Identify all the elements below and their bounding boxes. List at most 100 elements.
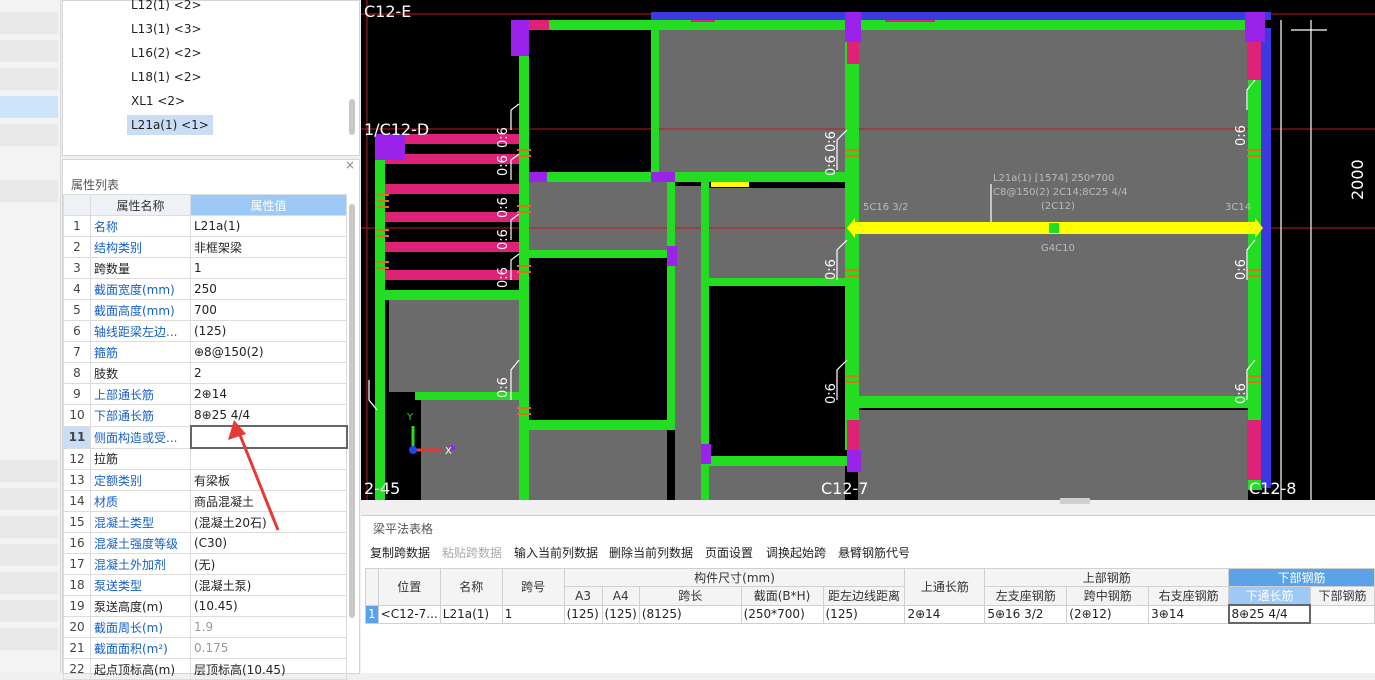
strip-item[interactable] bbox=[0, 124, 58, 146]
property-row[interactable]: 21 截面面积(m²) 0.175 bbox=[63, 637, 347, 659]
props-scrollbar[interactable] bbox=[349, 204, 355, 618]
close-icon[interactable]: × bbox=[345, 158, 355, 172]
tree-item[interactable]: L13(1) <3> bbox=[127, 19, 206, 39]
cad-drawing-canvas[interactable]: C12-E 1/C12-D 2-45 C12-7 C12-8 2000 L21a… bbox=[361, 0, 1375, 500]
beam-table: 位置 名称 跨号 构件尺寸(mm) 上通长筋 上部钢筋 下部钢筋 A3 A4 跨… bbox=[365, 568, 1375, 624]
right-support-annotation: 3C14 bbox=[1225, 202, 1251, 213]
property-value[interactable]: (混凝土泵) bbox=[190, 574, 347, 596]
strip-item[interactable] bbox=[0, 460, 58, 482]
cantilever-code-button[interactable]: 悬臂钢筋代号 bbox=[838, 544, 910, 561]
cell-section[interactable]: (250*700) bbox=[740, 604, 824, 624]
tree-item[interactable]: L12(1) <2> bbox=[127, 0, 206, 15]
property-row[interactable]: 22 起点顶标高(m) 层顶标高(10.45) bbox=[63, 658, 347, 680]
property-value[interactable]: 层顶标高(10.45) bbox=[190, 658, 347, 680]
property-row[interactable]: 17 混凝土外加剂 (无) bbox=[63, 553, 347, 575]
row-number: 12 bbox=[63, 447, 91, 470]
property-row[interactable]: 6 轴线距梁左边... (125) bbox=[63, 320, 347, 342]
property-value[interactable]: 2⊕14 bbox=[190, 383, 347, 405]
property-row[interactable]: 4 截面宽度(mm) 250 bbox=[63, 278, 347, 300]
header-a4: A4 bbox=[601, 586, 640, 606]
strip-item[interactable] bbox=[0, 12, 58, 34]
property-value[interactable]: 1.9 bbox=[190, 616, 347, 638]
cell-bottom-through[interactable]: 8⊕25 4/4 bbox=[1227, 604, 1312, 624]
property-value[interactable]: 0.175 bbox=[190, 637, 347, 659]
property-row[interactable]: 20 截面周长(m) 1.9 bbox=[63, 616, 347, 638]
cell-name[interactable]: L21a(1) bbox=[439, 604, 503, 624]
strip-item[interactable] bbox=[0, 572, 58, 594]
row-number: 11 bbox=[63, 425, 91, 449]
property-row[interactable]: 13 定额类别 有梁板 bbox=[63, 469, 347, 491]
property-row[interactable]: 16 混凝土强度等级 (C30) bbox=[63, 532, 347, 554]
property-row[interactable]: 10 下部通长筋 8⊕25 4/4 bbox=[63, 404, 347, 427]
tree-scrollbar[interactable] bbox=[349, 99, 355, 135]
property-name: 箍筋 bbox=[90, 341, 191, 363]
tree-item-selected[interactable]: L21a(1) <1> bbox=[127, 115, 213, 135]
property-row[interactable]: 7 箍筋 ⊕8@150(2) bbox=[63, 341, 347, 363]
row-number: 1 bbox=[63, 215, 91, 237]
strip-item[interactable] bbox=[0, 628, 58, 650]
property-row[interactable]: 3 跨数量 1 bbox=[63, 257, 347, 279]
property-row[interactable]: 1 名称 L21a(1) bbox=[63, 215, 347, 237]
property-row[interactable]: 11 侧面构造或受... bbox=[63, 425, 348, 449]
table-row[interactable]: 1 <C12-7... L21a(1) 1 (125) (125) (8125)… bbox=[365, 604, 1375, 624]
delete-column-button[interactable]: 删除当前列数据 bbox=[609, 544, 693, 561]
strip-item[interactable] bbox=[0, 180, 58, 202]
input-column-button[interactable]: 输入当前列数据 bbox=[514, 544, 598, 561]
property-row[interactable]: 2 结构类别 非框架梁 bbox=[63, 236, 347, 258]
red-annotation-arrow bbox=[228, 420, 280, 531]
cell-offset[interactable]: (125) bbox=[822, 604, 906, 624]
property-value[interactable]: 非框架梁 bbox=[190, 236, 347, 258]
yellow-beam-small bbox=[711, 182, 749, 187]
strip-item[interactable] bbox=[0, 40, 58, 62]
property-row[interactable]: 12 拉筋 bbox=[63, 447, 347, 470]
property-row[interactable]: 14 材质 商品混凝土 bbox=[63, 490, 347, 512]
property-name: 定额类别 bbox=[90, 469, 191, 491]
tree-item[interactable]: L18(1) <2> bbox=[127, 67, 206, 87]
paste-span-button[interactable]: 粘贴跨数据 bbox=[442, 544, 502, 561]
page-setup-button[interactable]: 页面设置 bbox=[705, 544, 753, 561]
stirrup-tag: 0:6 bbox=[1234, 383, 1249, 404]
strip-item[interactable] bbox=[0, 600, 58, 622]
cell-right-support[interactable]: 3⊕14 bbox=[1148, 604, 1230, 624]
strip-item[interactable] bbox=[0, 488, 58, 510]
cell-position[interactable]: <C12-7... bbox=[377, 604, 441, 624]
cell-mid-span[interactable]: (2⊕12) bbox=[1066, 604, 1150, 624]
tree-item[interactable]: L16(2) <2> bbox=[127, 43, 206, 63]
cell-left-support[interactable]: 5⊕16 3/2 bbox=[984, 604, 1068, 624]
grid-label-2-45: 2-45 bbox=[364, 479, 400, 498]
property-row[interactable]: 19 泵送高度(m) (10.45) bbox=[63, 595, 347, 617]
stirrup-tag: 0:6 bbox=[496, 229, 511, 250]
cell-span[interactable]: 1 bbox=[501, 604, 565, 624]
cell-a4[interactable]: (125) bbox=[601, 604, 640, 624]
property-name: 起点顶标高(m) bbox=[90, 658, 191, 680]
strip-item[interactable] bbox=[0, 544, 58, 566]
property-value[interactable]: 1 bbox=[190, 257, 347, 279]
property-value[interactable]: 700 bbox=[190, 299, 347, 321]
row-index[interactable]: 1 bbox=[365, 604, 379, 624]
property-row[interactable]: 9 上部通长筋 2⊕14 bbox=[63, 383, 347, 405]
splitter-handle[interactable] bbox=[1060, 498, 1090, 504]
cell-bottom-rebar[interactable] bbox=[1309, 604, 1375, 624]
cell-a3[interactable]: (125) bbox=[563, 604, 603, 624]
property-value[interactable]: L21a(1) bbox=[190, 215, 347, 237]
swap-start-span-button[interactable]: 调换起始跨 bbox=[766, 544, 826, 561]
tree-item[interactable]: XL1 <2> bbox=[127, 91, 189, 111]
copy-span-button[interactable]: 复制跨数据 bbox=[370, 544, 430, 561]
property-value[interactable]: 2 bbox=[190, 362, 347, 384]
property-row[interactable]: 5 截面高度(mm) 700 bbox=[63, 299, 347, 321]
strip-item-selected[interactable] bbox=[0, 96, 58, 118]
cell-span-length[interactable]: (8125) bbox=[638, 604, 742, 624]
property-row[interactable]: 8 肢数 2 bbox=[63, 362, 347, 384]
property-row[interactable]: 15 混凝土类型 (混凝土20石) bbox=[63, 511, 347, 533]
property-value[interactable]: (125) bbox=[190, 320, 347, 342]
property-value[interactable]: (无) bbox=[190, 553, 347, 575]
property-value[interactable]: 250 bbox=[190, 278, 347, 300]
slab-regions bbox=[389, 28, 1248, 500]
property-name: 泵送高度(m) bbox=[90, 595, 191, 617]
strip-item[interactable] bbox=[0, 516, 58, 538]
cell-top-through[interactable]: 2⊕14 bbox=[904, 604, 986, 624]
property-value[interactable]: (10.45) bbox=[190, 595, 347, 617]
strip-item[interactable] bbox=[0, 68, 58, 90]
property-row[interactable]: 18 泵送类型 (混凝土泵) bbox=[63, 574, 347, 596]
property-value[interactable]: ⊕8@150(2) bbox=[190, 341, 347, 363]
